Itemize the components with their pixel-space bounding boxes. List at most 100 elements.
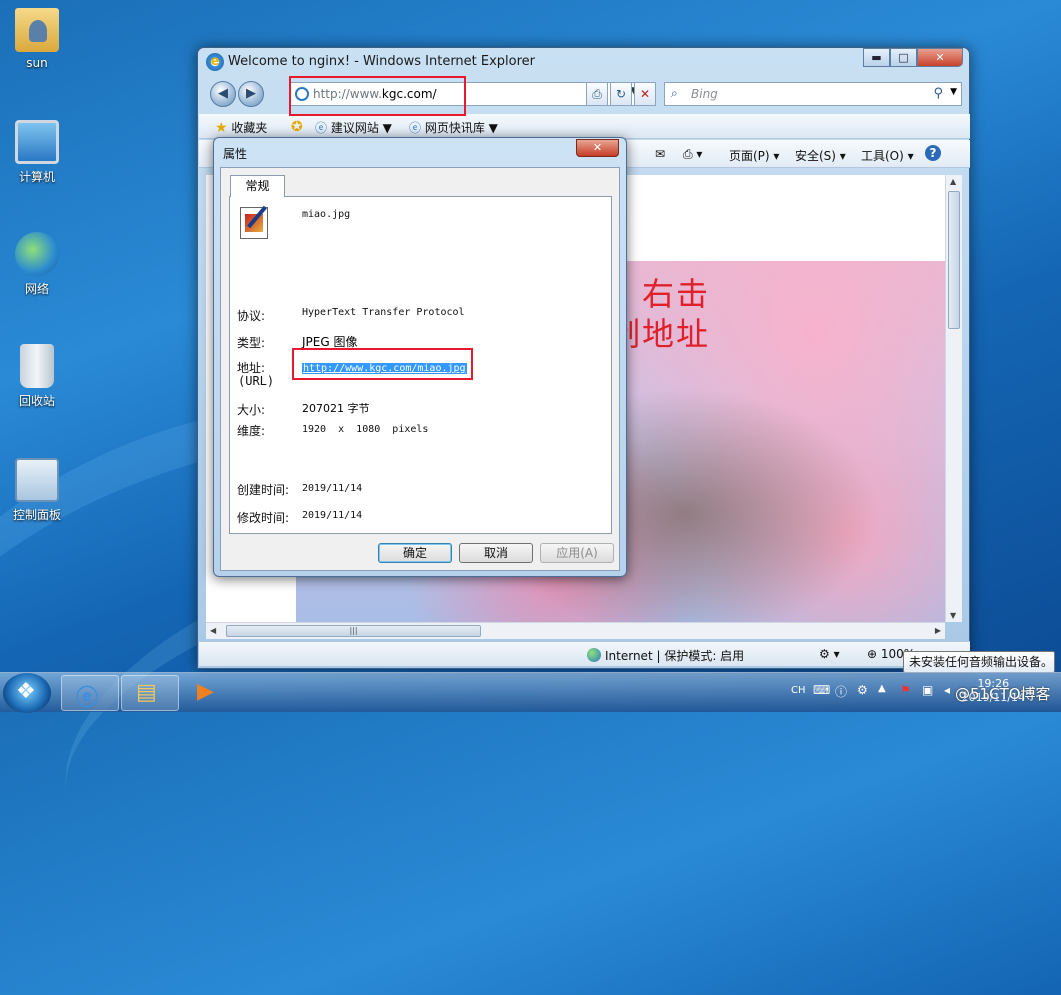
type-label: 类型: [237, 336, 266, 350]
size-label: 大小: [237, 403, 266, 417]
maximize-button[interactable]: □ [890, 48, 917, 67]
page-menu[interactable]: 页面(P) ▾ [729, 147, 779, 164]
close-button[interactable]: ✕ [917, 48, 963, 67]
window-controls: ▬ □ ✕ [863, 48, 963, 67]
cancel-button[interactable]: 取消 [459, 543, 533, 563]
protocol-value: HyperText Transfer Protocol [302, 307, 465, 318]
vertical-scrollbar[interactable]: ▲ ▼ [945, 175, 962, 622]
forward-button[interactable]: ▶ [238, 81, 264, 107]
dialog-close-button[interactable]: ✕ [576, 139, 619, 157]
taskbar-media-player[interactable]: ▶ [181, 675, 225, 711]
scroll-up-icon[interactable]: ▲ [950, 177, 956, 186]
security-zone[interactable]: Internet | 保护模式: 启用 [587, 647, 744, 664]
keyboard-icon[interactable]: ⌨ [813, 683, 830, 697]
modified-value: 2019/11/14 [302, 510, 363, 521]
taskbar: ⓔ ▤ ▶ CH ⌨ ⓘ ⚙ ▲ ⚑ ▣ ◂ 19:26 2019/11/14 [0, 672, 1061, 713]
horizontal-scroll-thumb[interactable]: ||| [226, 625, 481, 637]
folder-icon: ▤ [136, 680, 157, 705]
ie-page-icon: ⓔ [315, 121, 328, 135]
star-icon: ★ [215, 120, 228, 136]
computer-icon [15, 120, 59, 164]
dimensions-value: 1920 x 1080 pixels [302, 424, 429, 435]
window-title: Welcome to nginx! - Windows Internet Exp… [228, 54, 536, 69]
protocol-label: 协议: [237, 309, 266, 323]
search-provider-icon: ⌕ [671, 86, 678, 100]
ok-button[interactable]: 确定 [378, 543, 452, 563]
highlight-address-box [289, 76, 466, 116]
file-name: miao.jpg [302, 209, 351, 220]
desktop-icon-label: 计算机 [18, 170, 55, 184]
network-icon [15, 232, 59, 276]
tab-general[interactable]: 常规 [230, 175, 285, 197]
control-panel-icon [15, 458, 59, 502]
stop-button[interactable]: ✕ [634, 82, 656, 106]
compatibility-view-button[interactable]: ⎙ [586, 82, 608, 106]
search-input[interactable]: Bing [691, 87, 718, 101]
network-tray-icon[interactable]: ▣ [922, 683, 933, 697]
separator [238, 285, 605, 286]
add-favorite-button[interactable]: ✪ [291, 119, 303, 135]
refresh-button[interactable]: ↻ [610, 82, 632, 106]
protected-mode-icon[interactable]: ⚙ ▾ [819, 647, 840, 661]
horizontal-scrollbar[interactable]: ◀ ||| ▶ [206, 622, 945, 639]
ie-logo-icon: e [206, 53, 224, 71]
vertical-scroll-thumb[interactable] [948, 191, 960, 329]
tools-menu[interactable]: 工具(O) ▾ [861, 147, 914, 164]
search-box[interactable]: ⌕ Bing ⚲ ▼ [664, 82, 962, 106]
desktop-icon-label: 控制面板 [12, 508, 61, 522]
watermark: @51CTO博客 [955, 685, 1051, 703]
start-button[interactable] [3, 673, 51, 713]
desktop-icon-recycle-bin[interactable]: 回收站 [2, 344, 72, 409]
audio-tooltip: 未安装任何音频输出设备。 [903, 651, 1055, 673]
desktop-icon-label: sun [26, 56, 48, 70]
apply-button[interactable]: 应用(A) [540, 543, 614, 563]
desktop-icon-control-panel[interactable]: 控制面板 [2, 458, 72, 523]
modified-label: 修改时间: [237, 511, 290, 525]
search-icon[interactable]: ⚲ [933, 86, 943, 101]
search-dropdown-icon[interactable]: ▼ [950, 87, 957, 97]
dimensions-label: 维度: [237, 424, 266, 438]
desktop-icon-label: 网络 [24, 282, 49, 296]
address-url-label: (URL) [238, 374, 275, 388]
dialog-title: 属性 [223, 147, 248, 161]
read-mail-icon[interactable]: ✉ [655, 147, 665, 161]
recycle-bin-icon [20, 344, 54, 388]
separator [238, 455, 605, 456]
show-hidden-icons[interactable]: ▲ [878, 683, 886, 694]
settings-tray-icon[interactable]: ⚙ [857, 683, 868, 697]
taskbar-ie[interactable]: ⓔ [61, 675, 119, 711]
scroll-right-icon[interactable]: ▶ [935, 626, 941, 635]
user-folder-icon [15, 8, 59, 52]
language-indicator[interactable]: CH [791, 685, 806, 696]
created-value: 2019/11/14 [302, 483, 363, 494]
safety-menu[interactable]: 安全(S) ▾ [795, 147, 846, 164]
globe-icon [587, 648, 601, 662]
add-star-icon: ✪ [291, 119, 303, 135]
back-button[interactable]: ◀ [210, 81, 236, 107]
desktop-icon-computer[interactable]: 计算机 [2, 120, 72, 185]
scroll-left-icon[interactable]: ◀ [210, 626, 216, 635]
print-button[interactable]: ⎙ ▾ [683, 147, 702, 162]
size-value: 207021 字节 [302, 402, 370, 415]
highlight-url-box [292, 348, 473, 380]
volume-icon[interactable]: ◂ [944, 683, 950, 697]
desktop-icon-user-folder[interactable]: sun [2, 8, 72, 70]
web-slice-gallery-link[interactable]: ⓔ 网页快讯库 ▼ [409, 119, 498, 136]
created-label: 创建时间: [237, 483, 290, 497]
favorites-button[interactable]: ★ 收藏夹 [215, 119, 267, 136]
ie-icon: ⓔ [76, 686, 99, 711]
taskbar-explorer[interactable]: ▤ [121, 675, 179, 711]
scroll-down-icon[interactable]: ▼ [950, 611, 956, 620]
help-button[interactable]: ? [925, 145, 941, 161]
desktop-icon-network[interactable]: 网络 [2, 232, 72, 297]
action-center-icon[interactable]: ⚑ [900, 683, 911, 697]
media-player-icon: ▶ [197, 679, 214, 704]
desktop-icon-label: 回收站 [18, 394, 55, 408]
status-bar: Internet | 保护模式: 启用 ⚙ ▾ ⊕ 100% [199, 641, 970, 666]
help-tray-icon[interactable]: ⓘ [835, 683, 847, 700]
zoom-icon: ⊕ [867, 647, 878, 661]
ie-page-icon: ⓔ [409, 121, 422, 135]
favorites-bar: ★ 收藏夹 ✪ ⓔ 建议网站 ▼ ⓔ 网页快讯库 ▼ [199, 114, 970, 139]
suggested-sites-link[interactable]: ⓔ 建议网站 ▼ [315, 119, 392, 136]
minimize-button[interactable]: ▬ [863, 48, 890, 67]
